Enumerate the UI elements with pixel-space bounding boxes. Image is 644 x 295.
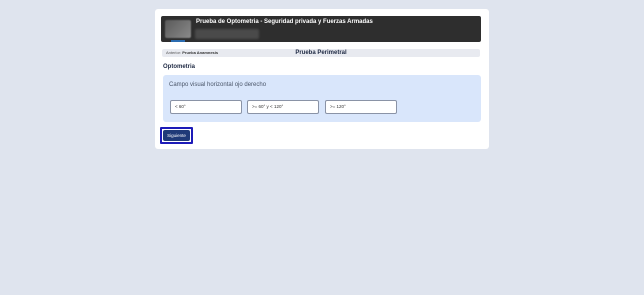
test-navigation-bar: Anterior: Prueba Anamnesis Prueba Perime… [162,49,480,57]
blurred-subtitle [195,29,259,39]
section-title: Optometria [163,64,196,70]
test-header: Prueba de Optometria - Seguridad privada… [161,16,481,42]
blurred-logo-image [165,20,191,38]
option-120-or-more[interactable]: >= 120° [325,100,397,114]
test-card: Prueba de Optometria - Seguridad privada… [155,9,489,149]
next-button[interactable]: Siguiente [163,130,190,141]
option-less-than-60[interactable]: < 60° [170,100,242,114]
option-60-to-120[interactable]: >= 60° y < 120° [247,100,319,114]
current-test-title: Prueba Perimetral [295,49,347,56]
header-accent-bar [171,40,185,42]
test-title: Prueba de Optometria - Seguridad privada… [196,19,373,25]
question-panel: Campo visual horizontal ojo derecho < 60… [163,75,481,122]
question-text: Campo visual horizontal ojo derecho [169,82,267,88]
